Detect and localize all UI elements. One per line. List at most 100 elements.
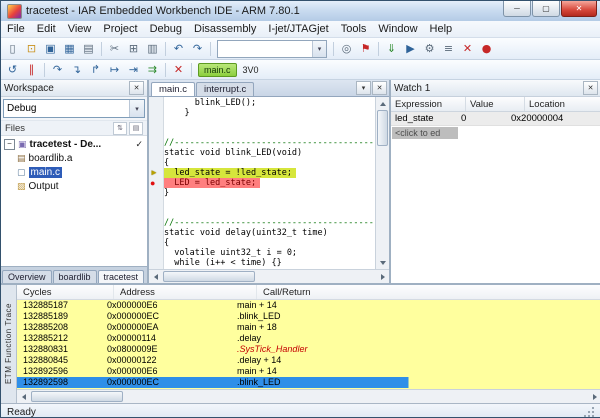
undo-button[interactable]: ↶ — [169, 40, 188, 57]
trace-row[interactable]: 132885212 0x00000114 .delay — [17, 333, 600, 344]
tree-item-output[interactable]: ▧ Output — [1, 179, 147, 193]
config-value: Debug — [7, 103, 36, 114]
reset-button[interactable]: ↺ — [3, 61, 22, 78]
tab-overview[interactable]: Overview — [2, 270, 52, 283]
chevron-down-icon[interactable]: ▾ — [129, 100, 144, 117]
scroll-right-arrow[interactable] — [376, 270, 389, 283]
next-statement-button[interactable]: ↦ — [105, 61, 124, 78]
column-address[interactable]: Address — [114, 285, 257, 299]
columns-button[interactable]: ▤ — [129, 122, 143, 135]
scroll-down-arrow[interactable] — [376, 256, 389, 269]
tab-interrupt-c[interactable]: interrupt.c — [196, 82, 254, 96]
scroll-right-arrow[interactable] — [588, 390, 600, 403]
menu-window[interactable]: Window — [372, 21, 423, 37]
new-file-button[interactable]: ▯ — [3, 40, 22, 57]
save-all-button[interactable]: ▦ — [60, 40, 79, 57]
resize-grip[interactable] — [583, 407, 595, 418]
column-call-return[interactable]: Call/Return — [257, 285, 600, 299]
quick-search-combo[interactable]: ▾ — [217, 40, 327, 58]
trace-row[interactable]: 132885187 0x000000E6 main + 14 — [17, 300, 600, 311]
trace-side-tab[interactable]: ETM Function Trace — [1, 285, 17, 403]
menu-file[interactable]: File — [1, 21, 31, 37]
collapse-icon[interactable]: − — [4, 139, 15, 150]
print-button[interactable]: ▤ — [79, 40, 98, 57]
scrollbar-thumb[interactable] — [377, 110, 388, 146]
run-to-cursor-button[interactable]: ⇥ — [124, 61, 143, 78]
tree-item-boardlib[interactable]: ▤ boardlib.a — [1, 151, 147, 165]
column-location[interactable]: Location — [525, 97, 600, 111]
menu-view[interactable]: View — [62, 21, 98, 37]
next-statement-icon: ↦ — [110, 64, 119, 75]
close-button[interactable]: ✕ — [561, 1, 597, 17]
menu-edit[interactable]: Edit — [31, 21, 62, 37]
sort-column-button[interactable]: ⇅ — [113, 122, 127, 135]
column-expression[interactable]: Expression — [391, 97, 466, 111]
watch-new-row[interactable]: <click to ed — [391, 126, 600, 139]
file-label: main.c — [29, 167, 62, 178]
toggle-breakpoint-button[interactable]: ● — [477, 40, 496, 57]
search-input[interactable] — [218, 43, 312, 55]
trace-row[interactable]: 132885208 0x000000EA main + 18 — [17, 322, 600, 333]
folder-label: Output — [29, 181, 59, 192]
open-button[interactable]: ⊡ — [22, 40, 41, 57]
menu-project[interactable]: Project — [97, 21, 143, 37]
scroll-up-arrow[interactable] — [376, 97, 389, 110]
chevron-down-icon[interactable]: ▾ — [312, 41, 326, 57]
paste-button[interactable]: ▥ — [143, 40, 162, 57]
step-out-button[interactable]: ↱ — [86, 61, 105, 78]
scroll-left-arrow[interactable] — [17, 390, 30, 403]
tab-boardlib[interactable]: boardlib — [53, 270, 97, 283]
editor-horizontal-scrollbar[interactable] — [149, 269, 389, 283]
step-into-button[interactable]: ↴ — [67, 61, 86, 78]
toggle-bookmark-button[interactable]: ⚑ — [356, 40, 375, 57]
step-over-button[interactable]: ↷ — [48, 61, 67, 78]
cut-button[interactable]: ✂ — [105, 40, 124, 57]
trace-row-selected[interactable]: 132892598 0x000000EC .blink_LED — [17, 377, 600, 388]
scrollbar-thumb[interactable] — [163, 271, 255, 282]
download-and-debug-button[interactable]: ⇓ — [382, 40, 401, 57]
trace-row[interactable]: 132885189 0x000000EC .blink_LED — [17, 311, 600, 322]
copy-button[interactable]: ⊞ — [124, 40, 143, 57]
trace-horizontal-scrollbar[interactable] — [17, 389, 600, 403]
trace-row[interactable]: 132880845 0x00000122 .delay + 14 — [17, 355, 600, 366]
scrollbar-thumb[interactable] — [31, 391, 123, 402]
go-button[interactable]: ⇉ — [143, 61, 162, 78]
watch-row[interactable]: led_state 0 0x20000004 — [391, 112, 600, 126]
break-button[interactable]: ∥ — [22, 61, 41, 78]
editor-vertical-scrollbar[interactable] — [375, 97, 389, 269]
code-area[interactable]: blink_LED(); } //-----------------------… — [164, 97, 375, 269]
menu-disassembly[interactable]: Disassembly — [188, 21, 262, 37]
find-button[interactable]: ◎ — [337, 40, 356, 57]
compile-button[interactable]: ≡ — [439, 40, 458, 57]
debug-without-downloading-button[interactable]: ▶ — [401, 40, 420, 57]
tab-main-c[interactable]: main.c — [151, 82, 195, 96]
tab-tracetest[interactable]: tracetest — [98, 270, 145, 283]
stop-build-button[interactable]: ✕ — [458, 40, 477, 57]
column-cycles[interactable]: Cycles — [17, 285, 114, 299]
column-value[interactable]: Value — [466, 97, 525, 111]
minimize-button[interactable]: ─ — [503, 1, 531, 17]
tab-list-button[interactable]: ▾ — [356, 81, 371, 95]
menu-ijet-jtagjet[interactable]: I-jet/JTAGjet — [262, 21, 334, 37]
menu-help[interactable]: Help — [424, 21, 459, 37]
scroll-left-arrow[interactable] — [149, 270, 162, 283]
stop-debugger-button[interactable]: ✕ — [169, 61, 188, 78]
save-button[interactable]: ▣ — [41, 40, 60, 57]
workspace-close-button[interactable]: ✕ — [129, 81, 144, 95]
editor-close-button[interactable]: ✕ — [372, 81, 387, 95]
make-button[interactable]: ⚙ — [420, 40, 439, 57]
breakpoint-icon[interactable]: ● — [150, 178, 155, 188]
trace-row[interactable]: 132892596 0x000000E6 main + 14 — [17, 366, 600, 377]
editor-gutter[interactable]: ► ● — [149, 97, 164, 269]
maximize-button[interactable]: ▢ — [532, 1, 560, 17]
config-dropdown[interactable]: Debug ▾ — [3, 99, 145, 118]
menu-tools[interactable]: Tools — [335, 21, 373, 37]
trace-row-exception[interactable]: 132880831 0x0800009E .SysTick_Handler — [17, 344, 600, 355]
menu-debug[interactable]: Debug — [144, 21, 188, 37]
tree-item-project[interactable]: − ▣ tracetest - De... ✓ — [1, 137, 147, 151]
redo-button[interactable]: ↷ — [188, 40, 207, 57]
watch-expression[interactable]: led_state — [391, 113, 457, 124]
tree-item-main-c[interactable]: ▢ main.c — [1, 165, 147, 179]
watch-edit-placeholder[interactable]: <click to ed — [392, 127, 458, 139]
watch-close-button[interactable]: ✕ — [583, 81, 598, 95]
